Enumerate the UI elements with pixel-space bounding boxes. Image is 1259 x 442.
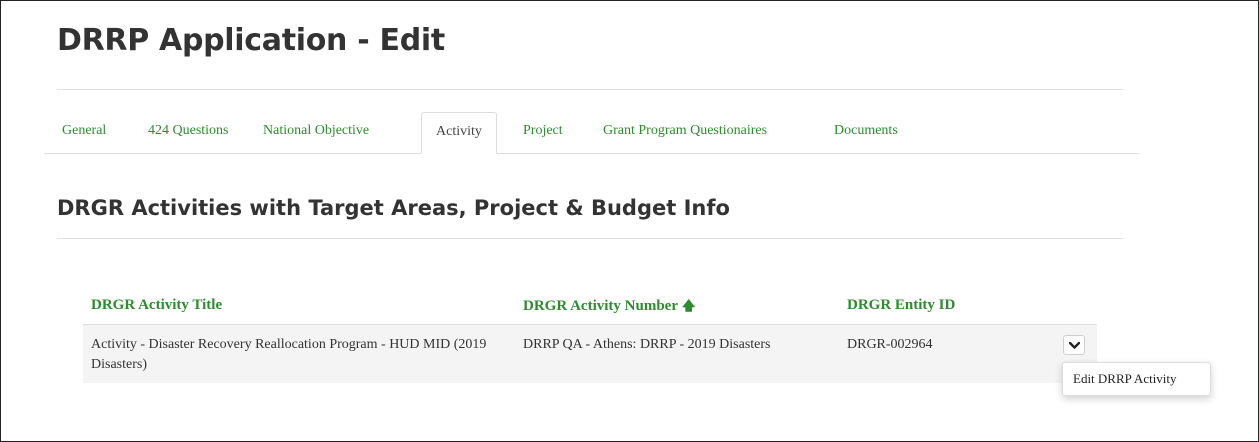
cell-activity-title: Activity - Disaster Recovery Reallocatio… (91, 337, 487, 372)
chevron-down-icon (1068, 341, 1080, 349)
section-divider (57, 238, 1123, 239)
tab-documents[interactable]: Documents (834, 112, 898, 153)
tab-424-questions[interactable]: 424 Questions (148, 112, 229, 153)
row-actions-dropdown-button[interactable] (1063, 335, 1085, 355)
tab-project[interactable]: Project (523, 112, 563, 153)
arrow-up-icon: 🡅 (681, 299, 696, 314)
column-header-label: DRGR Activity Title (91, 297, 223, 313)
column-header-entity-id[interactable]: DRGR Entity ID (847, 297, 955, 314)
column-header-label: DRGR Entity ID (847, 297, 956, 313)
tab-activity[interactable]: Activity (421, 112, 497, 154)
menu-item-edit-drrp-activity[interactable]: Edit DRRP Activity (1073, 371, 1177, 387)
table-row: Activity - Disaster Recovery Reallocatio… (83, 325, 1097, 383)
tab-national-objective[interactable]: National Objective (263, 112, 369, 153)
tab-bar: General 424 Questions National Objective… (44, 112, 1139, 154)
cell-entity-id: DRGR-002964 (847, 337, 933, 352)
title-divider (57, 89, 1123, 90)
tab-grant-program-questionaires[interactable]: Grant Program Questionaires (603, 112, 767, 153)
cell-activity-number: DRRP QA - Athens: DRRP - 2019 Disasters (523, 337, 771, 352)
tab-general[interactable]: General (62, 112, 106, 153)
column-header-label: DRGR Activity Number (523, 298, 678, 314)
row-actions-menu: Edit DRRP Activity (1062, 362, 1211, 396)
page-title: DRRP Application - Edit (57, 23, 445, 58)
app-window: DRRP Application - Edit General 424 Ques… (0, 0, 1259, 442)
column-header-activity-title[interactable]: DRGR Activity Title (91, 297, 222, 314)
section-title: DRGR Activities with Target Areas, Proje… (57, 196, 730, 220)
column-header-activity-number[interactable]: DRGR Activity Number 🡅 (523, 297, 695, 319)
